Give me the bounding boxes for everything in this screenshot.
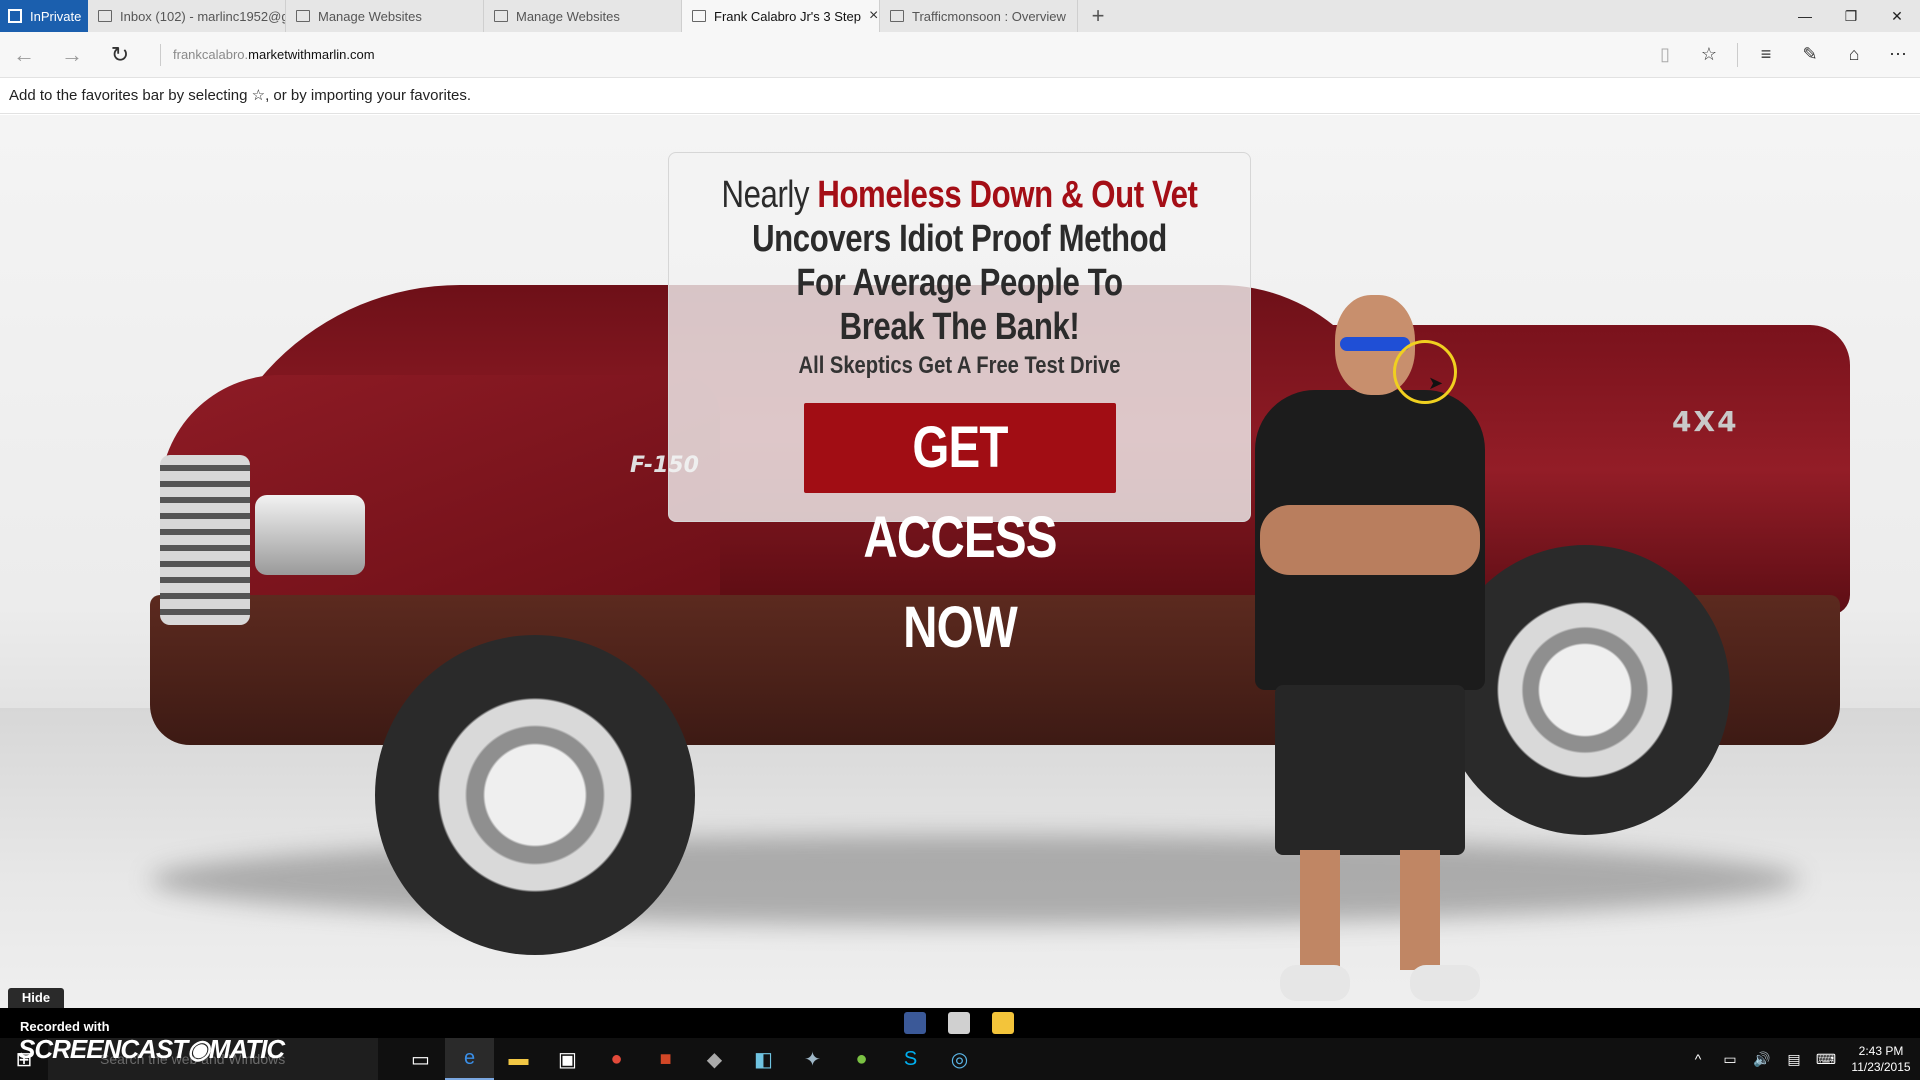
show-hidden-icons-icon[interactable]: ^: [1682, 1051, 1714, 1067]
person-shoe: [1280, 965, 1350, 1001]
headline-line-3: For Average People To: [796, 262, 1123, 304]
more-icon[interactable]: ⋯: [1876, 44, 1920, 65]
inprivate-indicator: InPrivate: [0, 0, 88, 32]
page-icon: [98, 10, 112, 22]
subheadline: All Skeptics Get A Free Test Drive: [798, 352, 1121, 379]
truck-grille: [160, 455, 250, 625]
contacts-icon[interactable]: [948, 1012, 970, 1034]
facebook-icon[interactable]: [904, 1012, 926, 1034]
headline-accent: Homeless Down & Out Vet: [817, 174, 1198, 216]
close-tab-icon[interactable]: ×: [869, 7, 878, 25]
restore-icon[interactable]: ❐: [1828, 0, 1874, 32]
taskbar-search[interactable]: SCREENCAST◉MATIC Search the web and Wind…: [18, 1034, 378, 1080]
headline-lead: Nearly: [721, 174, 818, 216]
hide-button[interactable]: Hide: [8, 988, 64, 1008]
person-shorts: [1275, 685, 1465, 855]
tab-manage-websites-1[interactable]: Manage Websites: [286, 0, 484, 32]
page-icon: [890, 10, 904, 22]
navigation-bar: ← → ↻ frankcalabro.marketwithmarlin.com …: [0, 32, 1920, 78]
person-sunglasses: [1340, 337, 1410, 351]
person-shoe: [1410, 965, 1480, 1001]
badge-4x4: 4X4: [1672, 405, 1739, 438]
file-explorer-icon[interactable]: ▬: [494, 1038, 543, 1080]
web-page: 4X4 F-150 Nearly Homeless Down & Out Vet…: [0, 115, 1920, 1008]
cta-label: GET ACCESS NOW: [862, 415, 1057, 660]
close-window-icon[interactable]: ✕: [1874, 0, 1920, 32]
tab-title: Manage Websites: [516, 8, 620, 24]
new-tab-button[interactable]: +: [1078, 0, 1118, 32]
store-icon[interactable]: ▣: [543, 1038, 592, 1080]
recorder-app-icon[interactable]: ◎: [935, 1038, 984, 1080]
app-icon[interactable]: ◧: [739, 1038, 788, 1080]
cloud-app-icon[interactable]: ●: [592, 1038, 641, 1080]
window-controls: — ❐ ✕: [1782, 0, 1920, 32]
favorites-icon[interactable]: [992, 1012, 1014, 1034]
person-image: [1240, 285, 1500, 1005]
person-leg: [1400, 850, 1440, 970]
share-icon[interactable]: ⌂: [1832, 44, 1876, 65]
inprivate-label: InPrivate: [30, 8, 82, 24]
refresh-icon[interactable]: ↻: [96, 42, 144, 68]
task-view-icon[interactable]: ▭: [396, 1038, 445, 1080]
screencast-o-matic-logo: SCREENCAST◉MATIC: [18, 1034, 285, 1064]
cursor-highlight: [1393, 340, 1457, 404]
tab-title: Manage Websites: [318, 8, 422, 24]
inprivate-icon: [8, 9, 22, 23]
headline-line-4: Break The Bank!: [839, 306, 1080, 348]
web-note-icon[interactable]: ✎: [1788, 44, 1832, 65]
clock[interactable]: 2:43 PM 11/23/2015: [1842, 1043, 1920, 1075]
skype-icon[interactable]: S: [886, 1038, 935, 1080]
app-icon[interactable]: ◆: [690, 1038, 739, 1080]
pinned-apps: ▭ e ▬ ▣ ● ■ ◆ ◧ ✦ ● S ◎: [396, 1038, 984, 1080]
headline-line-2: Uncovers Idiot Proof Method: [752, 218, 1167, 260]
front-wheel: [375, 635, 695, 955]
truck-headlight: [255, 495, 365, 575]
page-icon: [296, 10, 310, 22]
network-icon[interactable]: ▭: [1714, 1051, 1746, 1068]
page-icon: [692, 10, 706, 22]
tab-manage-websites-2[interactable]: Manage Websites: [484, 0, 682, 32]
tab-title: Inbox (102) - marlinc1952@g: [120, 8, 286, 24]
hub-icon[interactable]: ≡: [1744, 44, 1788, 65]
clock-time: 2:43 PM: [1858, 1044, 1904, 1058]
tab-inbox[interactable]: Inbox (102) - marlinc1952@g: [88, 0, 286, 32]
person-leg: [1300, 850, 1340, 970]
recorder-share-icons: [904, 1012, 1014, 1034]
forward-icon[interactable]: →: [48, 42, 96, 68]
favorites-bar-hint: Add to the favorites bar by selecting ☆,…: [0, 78, 1920, 114]
toolbar-actions: ▯ ☆ ≡ ✎ ⌂ ⋯: [1643, 42, 1920, 67]
mouse-cursor-icon: ➤: [1428, 373, 1444, 393]
get-access-now-button[interactable]: GET ACCESS NOW: [803, 403, 1116, 660]
tab-title: Frank Calabro Jr's 3 Step: [714, 8, 861, 24]
back-icon[interactable]: ←: [0, 42, 48, 68]
address-domain: marketwithmarlin.com: [248, 46, 375, 62]
clock-date: 11/23/2015: [1851, 1060, 1911, 1074]
powerpoint-icon[interactable]: ■: [641, 1038, 690, 1080]
keyboard-icon[interactable]: ⌨: [1810, 1051, 1842, 1068]
recorded-with-label: Recorded with: [20, 1019, 110, 1034]
reading-view-icon[interactable]: ▯: [1643, 44, 1687, 65]
address-prefix: frankcalabro.: [173, 46, 249, 62]
toolbar-divider: [1737, 42, 1738, 67]
address-bar[interactable]: frankcalabro.marketwithmarlin.com: [160, 43, 375, 66]
tab-frank-calabro[interactable]: Frank Calabro Jr's 3 Step ×: [682, 0, 880, 32]
person-crossed-arms: [1260, 505, 1480, 575]
app-icon[interactable]: ✦: [788, 1038, 837, 1080]
headline-line-1: Nearly Homeless Down & Out Vet: [721, 173, 1198, 217]
favorite-star-icon[interactable]: ☆: [1687, 44, 1731, 65]
edge-icon[interactable]: e: [445, 1038, 494, 1080]
volume-icon[interactable]: 🔊: [1746, 1051, 1778, 1068]
taskbar: ⊞ SCREENCAST◉MATIC Search the web and Wi…: [0, 1034, 1920, 1080]
w-app-icon[interactable]: ●: [837, 1038, 886, 1080]
tab-title: Trafficmonsoon : Overview: [912, 8, 1066, 24]
minimize-icon[interactable]: —: [1782, 0, 1828, 32]
headline-card: Nearly Homeless Down & Out Vet Uncovers …: [668, 152, 1251, 660]
system-tray: ^ ▭ 🔊 ▤ ⌨ 2:43 PM 11/23/2015: [1682, 1043, 1920, 1075]
page-icon: [494, 10, 508, 22]
tab-trafficmonsoon[interactable]: Trafficmonsoon : Overview: [880, 0, 1078, 32]
tab-strip: InPrivate Inbox (102) - marlinc1952@g Ma…: [0, 0, 1920, 32]
notifications-icon[interactable]: ▤: [1778, 1051, 1810, 1068]
